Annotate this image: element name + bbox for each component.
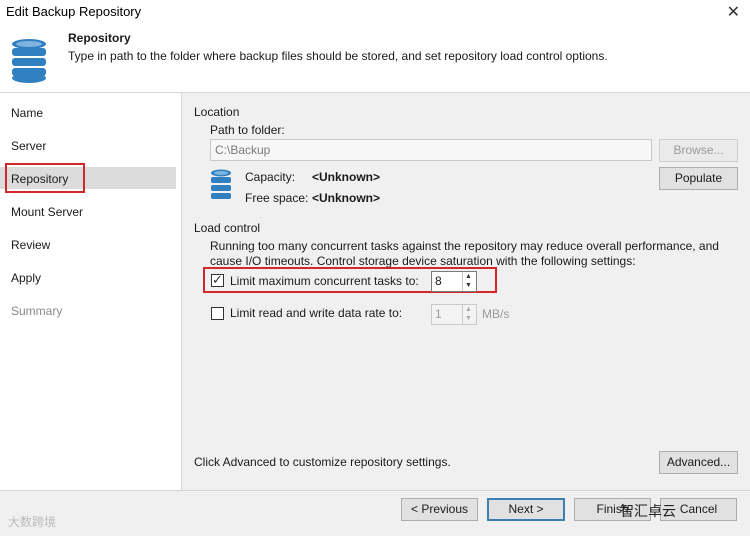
spin-up-icon[interactable]: ▲	[465, 306, 472, 313]
free-space-value: <Unknown>	[312, 191, 381, 205]
title-bar: Edit Backup Repository ✕	[0, 0, 750, 26]
browse-button[interactable]: Browse...	[659, 139, 738, 162]
capacity-value: <Unknown>	[312, 170, 381, 184]
load-control-section-title: Load control	[194, 221, 261, 235]
limit-rate-stepper[interactable]: 1 ▲ ▼	[431, 304, 477, 325]
previous-button[interactable]: < Previous	[401, 498, 478, 521]
page-description: Type in path to the folder where backup …	[68, 49, 608, 63]
watermark-left: 大数跨境	[8, 515, 57, 529]
capacity-label: Capacity:	[245, 170, 296, 184]
next-button[interactable]: Next >	[487, 498, 565, 521]
checkbox-checked-icon: ✓	[212, 272, 223, 287]
free-space-label: Free space:	[245, 191, 309, 205]
location-section-title: Location	[194, 105, 240, 119]
wizard-header: Repository Type in path to the folder wh…	[0, 26, 750, 92]
database-icon	[211, 169, 231, 199]
step-review[interactable]: Review	[11, 238, 50, 252]
close-icon[interactable]: ✕	[727, 2, 740, 22]
window-title: Edit Backup Repository	[6, 4, 142, 19]
step-server[interactable]: Server	[11, 139, 46, 153]
path-input[interactable]: C:\Backup	[210, 139, 652, 161]
limit-rate-label: Limit read and write data rate to:	[230, 306, 403, 320]
load-control-description-2: cause I/O timeouts. Control storage devi…	[210, 254, 636, 268]
load-control-description-1: Running too many concurrent tasks agains…	[210, 239, 719, 253]
limit-tasks-label: Limit maximum concurrent tasks to:	[230, 274, 419, 288]
wizard-content: Location Path to folder: C:\Backup Brows…	[181, 93, 750, 490]
limit-rate-unit: MB/s	[482, 307, 510, 321]
spin-down-icon[interactable]: ▼	[465, 315, 472, 322]
limit-tasks-checkbox[interactable]: ✓	[211, 272, 224, 287]
advanced-hint: Click Advanced to customize repository s…	[194, 455, 451, 469]
step-summary: Summary	[11, 304, 63, 318]
annotation-highlight-box	[5, 163, 85, 193]
limit-rate-value: 1	[435, 307, 442, 321]
limit-tasks-value: 8	[435, 274, 442, 288]
path-label: Path to folder:	[210, 123, 285, 137]
limit-rate-checkbox[interactable]	[211, 307, 224, 320]
advanced-button[interactable]: Advanced...	[659, 451, 738, 474]
page-title: Repository	[68, 31, 131, 45]
wizard-footer: 大数跨境 < Previous Next > Finish Cancel 智汇卓…	[0, 490, 750, 536]
step-mount-server[interactable]: Mount Server	[11, 205, 83, 219]
spin-down-icon[interactable]: ▼	[465, 282, 472, 289]
limit-tasks-stepper[interactable]: 8 ▲ ▼	[431, 271, 477, 292]
populate-button[interactable]: Populate	[659, 167, 738, 190]
watermark-right: 智汇卓云	[620, 503, 676, 519]
step-apply[interactable]: Apply	[11, 271, 41, 285]
step-name[interactable]: Name	[11, 106, 43, 120]
wizard-steps: Name Server Repository Mount Server Revi…	[0, 93, 181, 490]
spin-up-icon[interactable]: ▲	[465, 273, 472, 280]
database-icon	[12, 39, 46, 83]
